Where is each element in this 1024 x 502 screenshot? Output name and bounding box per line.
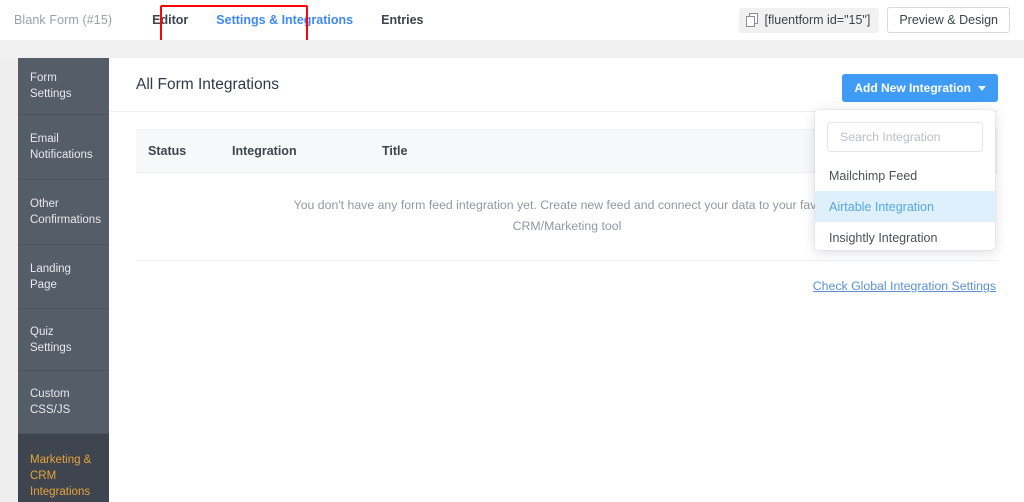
sidebar-item-label: Marketing & CRM Integrations bbox=[30, 453, 92, 498]
add-integration-dropdown: Mailchimp Feed Airtable Integration Insi… bbox=[815, 110, 995, 250]
sidebar-item-other-confirmations[interactable]: Other Confirmations bbox=[18, 180, 109, 245]
dropdown-item-airtable-integration[interactable]: Airtable Integration bbox=[815, 191, 995, 222]
sidebar-item-marketing-crm-integrations[interactable]: Marketing & CRM Integrations bbox=[18, 434, 109, 502]
panel-header: All Form Integrations Add New Integratio… bbox=[109, 58, 998, 112]
sub-bar-strip bbox=[0, 40, 1024, 58]
sidebar-item-label: Quiz Settings bbox=[30, 325, 72, 354]
sidebar-item-quiz-settings[interactable]: Quiz Settings bbox=[18, 309, 109, 371]
column-header-status: Status bbox=[148, 144, 187, 158]
top-nav: Editor Settings & Integrations Entries bbox=[138, 0, 437, 40]
sidebar-item-label: Form Settings bbox=[30, 72, 72, 100]
add-new-integration-button[interactable]: Add New Integration bbox=[842, 74, 998, 102]
table-footer: Check Global Integration Settings bbox=[136, 261, 998, 293]
page-title: All Form Integrations bbox=[136, 75, 279, 93]
shortcode-text: [fluentform id="15"] bbox=[764, 13, 871, 27]
tab-settings-integrations[interactable]: Settings & Integrations bbox=[202, 0, 367, 40]
search-input[interactable] bbox=[838, 129, 972, 145]
check-global-integration-settings-link[interactable]: Check Global Integration Settings bbox=[813, 279, 996, 293]
top-bar-actions: [fluentform id="15"] Preview & Design bbox=[738, 0, 1010, 40]
sidebar-item-custom-css-js[interactable]: Custom CSS/JS bbox=[18, 371, 109, 434]
sidebar-item-form-settings[interactable]: Form Settings bbox=[18, 58, 109, 115]
top-bar: Blank Form (#15) Editor Settings & Integ… bbox=[0, 0, 1024, 40]
preview-design-button[interactable]: Preview & Design bbox=[887, 7, 1010, 33]
tab-entries[interactable]: Entries bbox=[367, 0, 437, 40]
column-header-integration: Integration bbox=[232, 144, 297, 158]
chevron-down-icon bbox=[978, 86, 986, 91]
sidebar-item-label: Landing Page bbox=[30, 262, 71, 291]
app-root: Blank Form (#15) Editor Settings & Integ… bbox=[0, 0, 1024, 502]
form-name-label: Blank Form (#15) bbox=[14, 13, 113, 27]
dropdown-item-mailchimp-feed[interactable]: Mailchimp Feed bbox=[815, 160, 995, 191]
sidebar-item-label: Email Notifications bbox=[30, 133, 93, 161]
dropdown-item-insightly-integration[interactable]: Insightly Integration bbox=[815, 222, 995, 253]
shortcode-chip[interactable]: [fluentform id="15"] bbox=[738, 7, 880, 33]
tab-editor[interactable]: Editor bbox=[138, 0, 202, 40]
sidebar-item-email-notifications[interactable]: Email Notifications bbox=[18, 115, 109, 180]
add-new-integration-label: Add New Integration bbox=[854, 81, 971, 95]
sidebar-item-label: Custom CSS/JS bbox=[30, 388, 71, 416]
search-integration-field[interactable] bbox=[827, 122, 983, 152]
settings-sidebar: Form Settings Email Notifications Other … bbox=[18, 58, 109, 502]
copy-icon bbox=[745, 13, 759, 27]
sidebar-item-label: Other Confirmations bbox=[30, 198, 101, 226]
sidebar-item-landing-page[interactable]: Landing Page bbox=[18, 245, 109, 309]
